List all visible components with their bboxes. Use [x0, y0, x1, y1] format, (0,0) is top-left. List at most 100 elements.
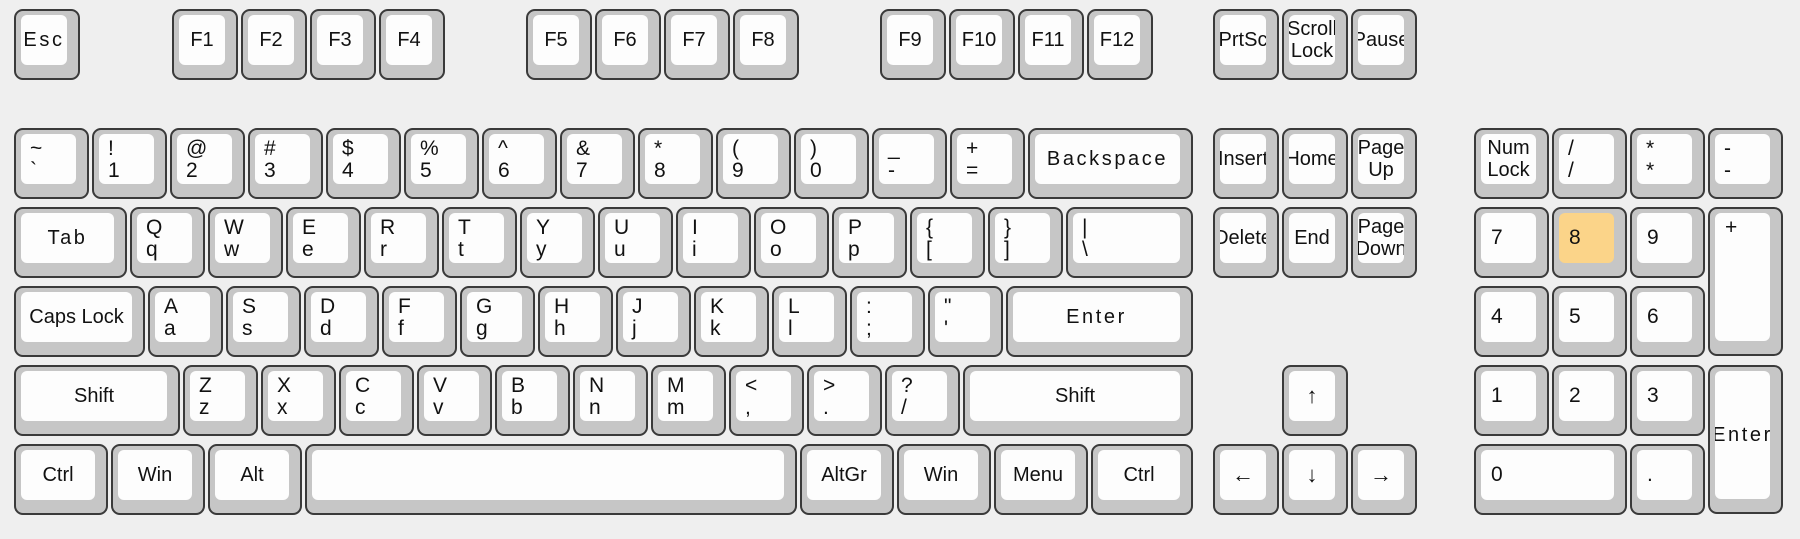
key-ctrl-left[interactable]: Ctrl [14, 444, 108, 515]
key-insert[interactable]: Insert [1213, 128, 1279, 199]
key-semicolon[interactable]: : ; [850, 286, 925, 357]
key-menu[interactable]: Menu [994, 444, 1088, 515]
key-d[interactable]: D d [304, 286, 379, 357]
key-2[interactable]: @ 2 [170, 128, 245, 199]
key-f5[interactable]: F5 [526, 9, 592, 80]
key-numpad-5[interactable]: 5 [1552, 286, 1627, 357]
key-numpad-2[interactable]: 2 [1552, 365, 1627, 436]
key-alt-gr[interactable]: AltGr [800, 444, 894, 515]
key-i[interactable]: I i [676, 207, 751, 278]
key-minus[interactable]: _ - [872, 128, 947, 199]
key-print-screen[interactable]: PrtSc [1213, 9, 1279, 80]
key-t[interactable]: T t [442, 207, 517, 278]
key-numpad-7[interactable]: 7 [1474, 207, 1549, 278]
key-6[interactable]: ^ 6 [482, 128, 557, 199]
key-caps-lock[interactable]: Caps Lock [14, 286, 145, 357]
key-x[interactable]: X x [261, 365, 336, 436]
key-numpad-1[interactable]: 1 [1474, 365, 1549, 436]
key-arrow-left[interactable]: ← [1213, 444, 1279, 515]
key-page-up[interactable]: Page Up [1351, 128, 1417, 199]
key-numpad-3[interactable]: 3 [1630, 365, 1705, 436]
key-f6[interactable]: F6 [595, 9, 661, 80]
key-f12[interactable]: F12 [1087, 9, 1153, 80]
key-f10[interactable]: F10 [949, 9, 1015, 80]
key-page-down[interactable]: Page Down [1351, 207, 1417, 278]
key-f[interactable]: F f [382, 286, 457, 357]
key-4[interactable]: $ 4 [326, 128, 401, 199]
key-e[interactable]: E e [286, 207, 361, 278]
key-backquote[interactable]: ~ ` [14, 128, 89, 199]
key-3[interactable]: # 3 [248, 128, 323, 199]
key-f1[interactable]: F1 [172, 9, 238, 80]
key-alt-left[interactable]: Alt [208, 444, 302, 515]
key-p[interactable]: P p [832, 207, 907, 278]
key-backspace[interactable]: Backspace [1028, 128, 1193, 199]
key-enter[interactable]: Enter [1006, 286, 1193, 357]
key-w[interactable]: W w [208, 207, 283, 278]
key-pause[interactable]: Pause [1351, 9, 1417, 80]
key-equal[interactable]: + = [950, 128, 1025, 199]
key-7[interactable]: & 7 [560, 128, 635, 199]
key-arrow-right[interactable]: → [1351, 444, 1417, 515]
key-delete[interactable]: Delete [1213, 207, 1279, 278]
key-q[interactable]: Q q [130, 207, 205, 278]
key-l[interactable]: L l [772, 286, 847, 357]
key-g[interactable]: G g [460, 286, 535, 357]
key-numpad-add[interactable]: + [1708, 207, 1783, 356]
key-f7[interactable]: F7 [664, 9, 730, 80]
key-numpad-0[interactable]: 0 [1474, 444, 1627, 515]
key-arrow-down[interactable]: ↓ [1282, 444, 1348, 515]
key-shift-left[interactable]: Shift [14, 365, 180, 436]
key-h[interactable]: H h [538, 286, 613, 357]
key-bracket-left[interactable]: { [ [910, 207, 985, 278]
key-numpad-decimal[interactable]: . [1630, 444, 1705, 515]
key-escape[interactable]: Esc [14, 9, 80, 80]
key-backslash[interactable]: | \ [1066, 207, 1193, 278]
key-period[interactable]: > . [807, 365, 882, 436]
key-v[interactable]: V v [417, 365, 492, 436]
key-k[interactable]: K k [694, 286, 769, 357]
key-s[interactable]: S s [226, 286, 301, 357]
key-1[interactable]: ! 1 [92, 128, 167, 199]
key-z[interactable]: Z z [183, 365, 258, 436]
key-m[interactable]: M m [651, 365, 726, 436]
key-scroll-lock[interactable]: Scroll Lock [1282, 9, 1348, 80]
key-win-left[interactable]: Win [111, 444, 205, 515]
key-ctrl-right[interactable]: Ctrl [1091, 444, 1193, 515]
key-slash[interactable]: ? / [885, 365, 960, 436]
key-o[interactable]: O o [754, 207, 829, 278]
key-f3[interactable]: F3 [310, 9, 376, 80]
key-f11[interactable]: F11 [1018, 9, 1084, 80]
key-home[interactable]: Home [1282, 128, 1348, 199]
key-r[interactable]: R r [364, 207, 439, 278]
key-shift-right[interactable]: Shift [963, 365, 1193, 436]
key-quote[interactable]: " ' [928, 286, 1003, 357]
key-f8[interactable]: F8 [733, 9, 799, 80]
key-arrow-up[interactable]: ↑ [1282, 365, 1348, 436]
key-num-lock[interactable]: Num Lock [1474, 128, 1549, 199]
key-b[interactable]: B b [495, 365, 570, 436]
key-f9[interactable]: F9 [880, 9, 946, 80]
key-bracket-right[interactable]: } ] [988, 207, 1063, 278]
key-n[interactable]: N n [573, 365, 648, 436]
key-f4[interactable]: F4 [379, 9, 445, 80]
key-comma[interactable]: < , [729, 365, 804, 436]
key-numpad-subtract[interactable]: - - [1708, 128, 1783, 199]
key-tab[interactable]: Tab [14, 207, 127, 278]
key-numpad-8[interactable]: 8 [1552, 207, 1627, 278]
key-numpad-6[interactable]: 6 [1630, 286, 1705, 357]
key-numpad-divide[interactable]: / / [1552, 128, 1627, 199]
key-win-right[interactable]: Win [897, 444, 991, 515]
key-numpad-4[interactable]: 4 [1474, 286, 1549, 357]
key-a[interactable]: A a [148, 286, 223, 357]
key-u[interactable]: U u [598, 207, 673, 278]
key-j[interactable]: J j [616, 286, 691, 357]
key-c[interactable]: C c [339, 365, 414, 436]
key-numpad-9[interactable]: 9 [1630, 207, 1705, 278]
key-end[interactable]: End [1282, 207, 1348, 278]
key-8[interactable]: * 8 [638, 128, 713, 199]
key-9[interactable]: ( 9 [716, 128, 791, 199]
key-5[interactable]: % 5 [404, 128, 479, 199]
key-numpad-multiply[interactable]: * * [1630, 128, 1705, 199]
key-0[interactable]: ) 0 [794, 128, 869, 199]
